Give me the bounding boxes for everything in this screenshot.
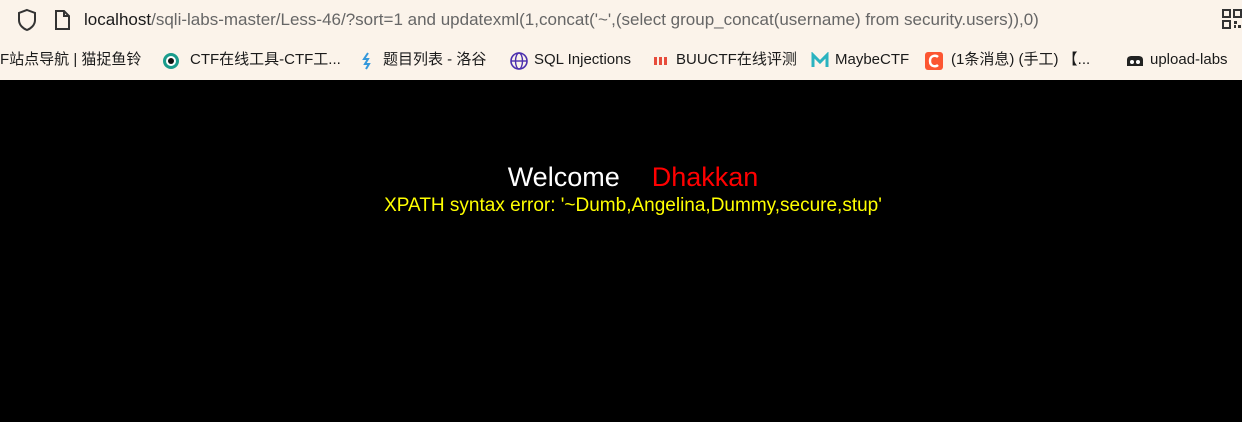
bookmark-label: MaybeCTF	[835, 51, 910, 68]
bookmark-item-maybectf[interactable]: MaybeCTF	[835, 40, 909, 80]
url-path: /sqli-labs-master/Less-46/?sort=1 and up…	[151, 10, 1039, 29]
shield-icon[interactable]	[16, 8, 38, 32]
m-logo-icon	[811, 52, 829, 67]
page-icon[interactable]	[52, 8, 72, 32]
upload-icon	[1127, 56, 1143, 66]
bookmark-label: 题目列表 - 洛谷	[383, 51, 487, 68]
address-bar[interactable]: localhost/sqli-labs-master/Less-46/?sort…	[0, 0, 1242, 40]
browser-chrome: localhost/sqli-labs-master/Less-46/?sort…	[0, 0, 1242, 80]
url-host: localhost	[84, 10, 152, 29]
bookmark-label: CTF在线工具-CTF工...	[190, 51, 341, 68]
bookmark-label: BUUCTF在线评测	[676, 51, 797, 68]
page-content: Welcome Dhakkan XPATH syntax error: '~Dum…	[0, 80, 1242, 422]
bookmark-label: (1条消息) (手工) 【...	[951, 51, 1091, 68]
luogu-icon	[362, 52, 371, 70]
bookmark-item-nav[interactable]: F站点导航 | 猫捉鱼铃	[0, 40, 141, 80]
bookmark-item-upload-labs[interactable]: upload-labs	[1150, 40, 1228, 80]
bookmark-label: SQL Injections	[534, 51, 631, 68]
bookmark-item-buuctf[interactable]: BUUCTF在线评测	[676, 40, 797, 80]
buu-icon	[654, 57, 667, 65]
welcome-line: Welcome Dhakkan	[0, 160, 1242, 194]
globe-icon	[510, 52, 528, 70]
bookmark-item-luogu[interactable]: 题目列表 - 洛谷	[383, 40, 486, 80]
username-text: Dhakkan	[651, 162, 759, 192]
bookmark-item-ctf-tools[interactable]: CTF在线工具-CTF工...	[190, 40, 341, 80]
bookmarks-bar: F站点导航 | 猫捉鱼铃 CTF在线工具-CTF工... 题目列表 - 洛谷 S…	[0, 40, 1242, 80]
welcome-text: Welcome	[507, 162, 620, 192]
eye-icon	[163, 53, 179, 69]
xpath-error-message: XPATH syntax error: '~Dumb,Angelina,Dumm…	[384, 195, 882, 216]
url-field[interactable]: localhost/sqli-labs-master/Less-46/?sort…	[84, 8, 1039, 32]
bookmark-label: F站点导航 | 猫捉鱼铃	[0, 51, 142, 68]
bookmark-label: upload-labs	[1150, 51, 1228, 68]
qr-code-icon[interactable]	[1222, 9, 1242, 29]
bookmark-item-csdn[interactable]: (1条消息) (手工) 【...	[951, 40, 1090, 80]
bookmark-item-sql-injections[interactable]: SQL Injections	[534, 40, 631, 80]
csdn-icon	[925, 52, 943, 70]
